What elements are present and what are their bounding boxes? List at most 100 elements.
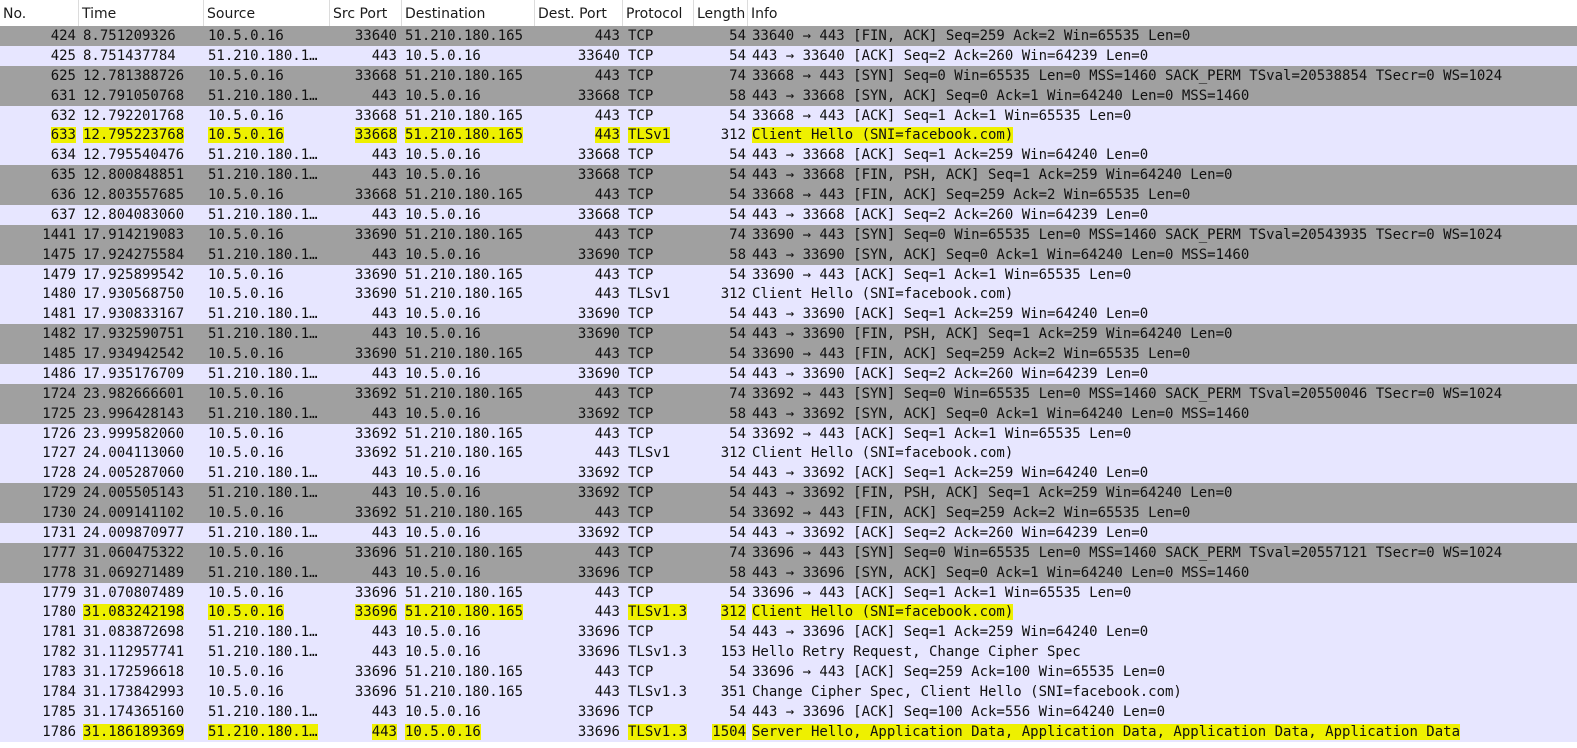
cell-length: 312 [720,604,746,621]
packet-row[interactable]: 1482 17.932590751 51.210.180.1… 443 10.5.0.1… [0,324,1577,344]
cell-protocol: TLSv1 [628,127,671,144]
packet-row[interactable]: 625 12.781388726 10.5.0.16 33668 51.210.180.… [0,65,1577,86]
cell-time: 24.005287060 [83,465,185,482]
packet-row[interactable]: 1726 23.999582060 10.5.0.16 33692 51.210.180… [0,423,1577,444]
cell-dest-port: 33640 [577,47,620,64]
cell-no: 631 [50,87,76,104]
packet-row[interactable]: 1479 17.925899542 10.5.0.16 33690 51.210.180… [0,264,1577,285]
column-header-info[interactable]: Info [748,0,1577,26]
cell-source: 10.5.0.16 [208,286,284,303]
cell-destination: 51.210.180.165 [405,445,524,462]
column-header-dest-port[interactable]: Dest. Port [535,0,623,26]
packet-row[interactable]: 1441 17.914219083 10.5.0.16 33690 51.210.180… [0,224,1577,245]
cell-protocol: TCP [628,306,654,323]
cell-protocol: TCP [628,246,654,263]
packet-row[interactable]: 1731 24.009870977 51.210.180.1… 443 10.5.0.1… [0,522,1577,543]
cell-src-port: 33696 [354,604,397,621]
cell-length: 312 [720,286,746,303]
cell-protocol: TCP [628,47,654,64]
column-header-no[interactable]: No. [0,0,79,26]
packet-row[interactable]: 1777 31.060475322 10.5.0.16 33696 51.210.180… [0,542,1577,563]
packet-row[interactable]: 633 12.795223768 10.5.0.16 33668 51.210.180.… [0,125,1577,146]
cell-info: 33690 → 443 [SYN] Seq=0 Win=65535 Len=0 … [752,226,1503,243]
packet-row[interactable]: 1780 31.083242198 10.5.0.16 33696 51.210.180… [0,602,1577,623]
cell-source: 10.5.0.16 [208,604,284,621]
cell-no: 633 [50,127,76,144]
cell-dest-port: 33690 [577,306,620,323]
packet-row[interactable]: 1480 17.930568750 10.5.0.16 33690 51.210.180… [0,284,1577,305]
packet-row[interactable]: 1782 31.112957741 51.210.180.1… 443 10.5.0.1… [0,642,1577,662]
cell-src-port: 443 [371,326,397,343]
cell-protocol: TLSv1.3 [628,723,688,740]
cell-destination: 10.5.0.16 [405,167,481,184]
packet-row[interactable]: 1729 24.005505143 51.210.180.1… 443 10.5.0.1… [0,483,1577,503]
cell-time: 31.174365160 [83,703,185,720]
cell-no: 625 [50,67,76,84]
cell-source: 10.5.0.16 [208,385,284,402]
packet-row[interactable]: 1785 31.174365160 51.210.180.1… 443 10.5.0.1… [0,701,1577,722]
cell-length: 54 [729,664,746,680]
cell-destination: 10.5.0.16 [405,465,481,482]
packet-row[interactable]: 424 8.751209326 10.5.0.16 33640 51.210.180.1… [0,26,1577,46]
cell-destination: 10.5.0.16 [405,723,481,740]
packet-row[interactable]: 425 8.751437784 51.210.180.1… 443 10.5.0.16 3… [0,45,1577,66]
packet-row[interactable]: 1783 31.172596618 10.5.0.16 33696 51.210.180… [0,662,1577,682]
packet-row[interactable]: 1724 23.982666601 10.5.0.16 33692 51.210.180… [0,383,1577,404]
packet-list[interactable]: No. Time Source Src Port Destination Des… [0,0,1577,748]
cell-destination: 51.210.180.165 [405,28,524,44]
packet-row[interactable]: 1784 31.173842993 10.5.0.16 33696 51.210.180… [0,681,1577,702]
packet-row[interactable]: 1481 17.930833167 51.210.180.1… 443 10.5.0.1… [0,304,1577,325]
packet-row[interactable]: 1781 31.083872698 51.210.180.1… 443 10.5.0.1… [0,622,1577,643]
cell-src-port: 443 [371,206,397,223]
packet-row[interactable]: 636 12.803557685 10.5.0.16 33668 51.210.180.… [0,185,1577,205]
cell-protocol: TCP [628,266,654,283]
packet-row[interactable]: 1728 24.005287060 51.210.180.1… 443 10.5.0.1… [0,463,1577,484]
cell-source: 51.210.180.1… [208,306,318,323]
packet-row[interactable]: 634 12.795540476 51.210.180.1… 443 10.5.0.16… [0,145,1577,166]
column-header-protocol[interactable]: Protocol [623,0,694,26]
cell-dest-port: 33696 [577,564,620,581]
cell-protocol: TCP [628,147,654,164]
packet-row[interactable]: 637 12.804083060 51.210.180.1… 443 10.5.0.16… [0,204,1577,225]
packet-row[interactable]: 1486 17.935176709 51.210.180.1… 443 10.5.0.1… [0,363,1577,384]
column-header-length[interactable]: Length [694,0,748,26]
cell-time: 17.914219083 [83,226,185,243]
packet-row[interactable]: 631 12.791050768 51.210.180.1… 443 10.5.0.16… [0,85,1577,106]
packet-row[interactable]: 1725 23.996428143 51.210.180.1… 443 10.5.0.1… [0,403,1577,424]
cell-dest-port: 443 [594,584,620,601]
packet-row[interactable]: 1778 31.069271489 51.210.180.1… 443 10.5.0.1… [0,562,1577,583]
cell-time: 17.930568750 [83,286,185,303]
packet-row[interactable]: 635 12.800848851 51.210.180.1… 443 10.5.0.16… [0,165,1577,185]
cell-time: 8.751437784 [83,47,176,64]
cell-src-port: 443 [371,405,397,422]
cell-no: 1726 [42,425,76,442]
cell-time: 17.934942542 [83,346,185,362]
cell-dest-port: 443 [594,664,620,680]
cell-source: 10.5.0.16 [208,544,284,561]
column-header-src-port[interactable]: Src Port [330,0,402,26]
cell-info: 443 → 33692 [SYN, ACK] Seq=0 Ack=1 Win=6… [752,405,1250,422]
packet-row[interactable]: 1786 31.186189369 51.210.180.1… 443 10.5.0.1… [0,721,1577,742]
column-header-time[interactable]: Time [79,0,204,26]
cell-time: 24.009141102 [83,505,185,521]
cell-no: 1728 [42,465,76,482]
packet-row[interactable]: 1779 31.070807489 10.5.0.16 33696 51.210.180… [0,582,1577,603]
packet-row[interactable]: 632 12.792201768 10.5.0.16 33668 51.210.180.… [0,105,1577,126]
cell-time: 31.083242198 [83,604,185,621]
packet-row[interactable]: 1727 24.004113060 10.5.0.16 33692 51.210.180… [0,443,1577,464]
column-header-destination[interactable]: Destination [402,0,535,26]
cell-protocol: TCP [628,206,654,223]
cell-dest-port: 33696 [577,703,620,720]
cell-length: 74 [729,544,746,561]
packet-row[interactable]: 1730 24.009141102 10.5.0.16 33692 51.210.180… [0,503,1577,523]
cell-time: 31.186189369 [83,723,185,740]
column-header-source[interactable]: Source [204,0,330,26]
packet-row[interactable]: 1475 17.924275584 51.210.180.1… 443 10.5.0.1… [0,244,1577,265]
packet-row[interactable]: 1485 17.934942542 10.5.0.16 33690 51.210.180… [0,344,1577,364]
cell-protocol: TCP [628,28,654,44]
cell-length: 54 [729,524,746,541]
cell-length: 74 [729,226,746,243]
cell-length: 54 [729,28,746,44]
cell-source: 51.210.180.1… [208,644,318,661]
cell-destination: 10.5.0.16 [405,703,481,720]
